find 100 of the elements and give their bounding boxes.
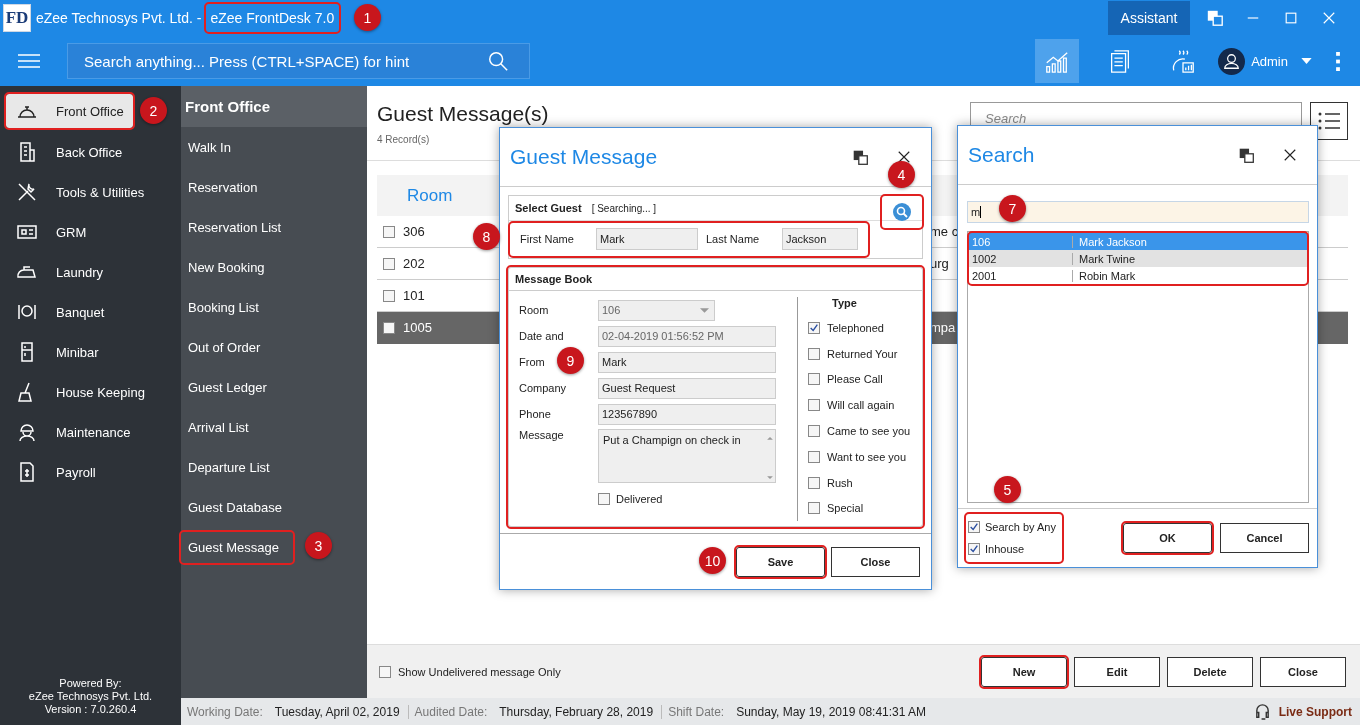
sidebar-item[interactable]: House Keeping [0,372,181,412]
submenu-item[interactable]: Arrival List [181,411,263,443]
avatar-icon[interactable] [1218,47,1246,75]
submenu-item[interactable]: Guest Ledger [181,371,281,403]
submenu-item[interactable]: Reservation List [181,211,296,243]
scrollbar-icon[interactable] [765,434,775,482]
submenu-item[interactable]: Guest Database [181,491,296,523]
checkbox-label[interactable]: Delivered [616,493,663,505]
window-title: eZee Technosys Pvt. Ltd. - [36,10,202,26]
action-button[interactable]: Edit [1074,656,1160,687]
checkbox[interactable] [968,521,980,533]
submenu-item[interactable]: Walk In [181,131,245,163]
chart-button[interactable] [1035,39,1080,83]
field-label: Last Name [706,233,761,245]
input-field[interactable]: Jackson [782,228,858,250]
checkbox-label[interactable]: Returned Your [827,347,898,360]
checkbox[interactable] [808,425,820,438]
checkbox-label[interactable]: Want to see you [827,450,907,463]
field-label: From [519,356,546,368]
translate-icon[interactable] [1238,146,1255,164]
result-row[interactable]: 1002 Mark Twine [969,250,1307,267]
sidebar-item[interactable]: Front Office [6,94,133,128]
maximize-icon[interactable] [1284,11,1298,25]
dialog-button[interactable]: Cancel [1220,523,1309,553]
submenu-item[interactable]: Guest Message [181,531,294,563]
checkbox[interactable] [383,257,395,270]
checkbox-label[interactable]: Will call again [827,399,895,412]
dialog-button[interactable]: Close [831,546,920,577]
dashboard-icon [1170,48,1197,74]
submenu-item[interactable]: Out of Order [181,331,275,363]
list-view-icon[interactable] [1310,102,1348,140]
input-field[interactable]: 123567890 [598,403,776,425]
submenu-item[interactable]: Reservation [181,171,272,203]
checkbox[interactable] [383,225,395,238]
field-label: Date and [519,330,565,342]
assistant-button[interactable]: Assistant [1108,1,1190,35]
input-field[interactable]: Mark [596,228,698,250]
sidebar-item[interactable]: Tools & Utilities [0,172,181,212]
dropdown[interactable]: 106 [598,299,715,321]
close-icon[interactable] [1283,148,1297,162]
checkbox[interactable] [808,476,820,489]
sidebar-item[interactable]: Banquet [0,292,181,332]
checkbox-label[interactable]: Special [827,502,864,515]
input-field: 02-04-2019 01:56:52 PM [598,325,776,347]
checkbox[interactable] [808,450,820,463]
sidebar-item[interactable]: Maintenance [0,412,181,452]
close-icon[interactable] [897,150,911,164]
caret-icon[interactable] [1301,58,1312,64]
sidebar-item[interactable]: Laundry [0,252,181,292]
submenu-item[interactable]: New Booking [181,251,279,283]
status-value: Tuesday, April 02, 2019 [274,704,400,719]
table-cell: 202 [403,256,425,271]
submenu-item[interactable]: Booking List [181,291,273,323]
user-name[interactable]: Admin [1251,53,1288,69]
more-icon[interactable] [1336,51,1340,71]
field-label: Company [519,382,568,394]
translate-icon[interactable] [852,148,869,166]
sidebar-item[interactable]: Minibar [0,332,181,372]
checkbox-label[interactable]: Please Call [827,373,883,386]
status-label: Working Date: [186,704,263,719]
checkbox-label[interactable]: Show Undelivered message Only [398,665,561,678]
action-button[interactable]: Delete [1167,656,1253,687]
input-field[interactable]: Guest Request [598,377,776,399]
checkbox[interactable] [808,373,820,386]
input-field[interactable]: Mark [598,351,776,373]
checkbox[interactable] [808,347,820,360]
powered-by-text: Powered By: [58,677,123,690]
checkbox[interactable] [808,399,820,412]
record-count: 4 Record(s) [377,134,431,145]
checkbox-label[interactable]: Search by Any [985,521,1056,533]
type-heading: Type [831,297,858,311]
checkbox[interactable] [598,493,610,505]
checkbox-label[interactable]: Inhouse [985,543,1025,555]
checkbox[interactable] [379,665,391,678]
checkbox[interactable] [968,543,980,555]
action-button[interactable]: Close [1260,656,1346,687]
checkbox[interactable] [808,321,820,334]
product-name: eZee FrontDesk 7.0 [205,4,340,32]
group-title: Message Book [509,268,922,291]
action-button[interactable]: New [981,656,1067,687]
checkbox[interactable] [808,502,820,515]
checkbox-label[interactable]: Rush [827,476,853,489]
sidebar-item[interactable]: GRM [0,212,181,252]
checkbox[interactable] [383,321,395,334]
sidebar-item[interactable]: Payroll [0,452,181,492]
search-field[interactable]: Search anything... Press (CTRL+SPACE) for hint [67,43,530,79]
headset-icon[interactable] [1253,703,1271,720]
dialog-button[interactable]: OK [1123,523,1212,553]
checkbox-label[interactable]: Came to see you [827,425,911,438]
live-support-link[interactable]: Live Support [1278,704,1352,719]
submenu-item[interactable]: Departure List [181,451,284,483]
checkbox[interactable] [383,289,395,302]
search-icon[interactable] [487,50,509,72]
menu-icon[interactable] [18,54,40,68]
dialog-button[interactable]: Save [736,546,825,577]
submenu-title: Front Office [181,86,367,127]
checkbox-label[interactable]: Telephoned [827,321,884,334]
search-button[interactable] [882,196,922,228]
sidebar-item[interactable]: Back Office [0,132,181,172]
text-area[interactable]: Put a Champign on check in [598,429,776,483]
